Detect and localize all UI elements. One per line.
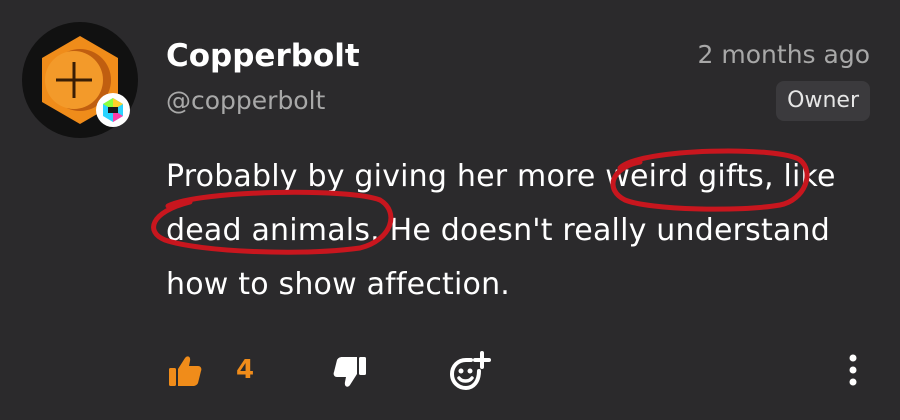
add-reaction-button[interactable] <box>448 350 492 394</box>
more-options-button[interactable] <box>838 350 868 390</box>
author-name[interactable]: Copperbolt <box>166 36 360 76</box>
comment-timestamp: 2 months ago <box>697 40 870 69</box>
thumbs-up-icon <box>169 356 202 386</box>
author-handle[interactable]: @copperbolt <box>166 84 325 118</box>
more-vertical-icon <box>849 354 857 386</box>
like-count: 4 <box>236 355 255 385</box>
thumbs-down-icon <box>333 357 366 387</box>
dislike-button[interactable] <box>330 352 370 392</box>
like-button[interactable] <box>166 352 204 390</box>
comment-body: Probably by giving her more weird gifts,… <box>166 159 836 302</box>
owner-badge: Owner <box>776 81 870 121</box>
hexagon-badge-icon <box>96 93 130 127</box>
add-emoji-icon <box>449 351 491 391</box>
